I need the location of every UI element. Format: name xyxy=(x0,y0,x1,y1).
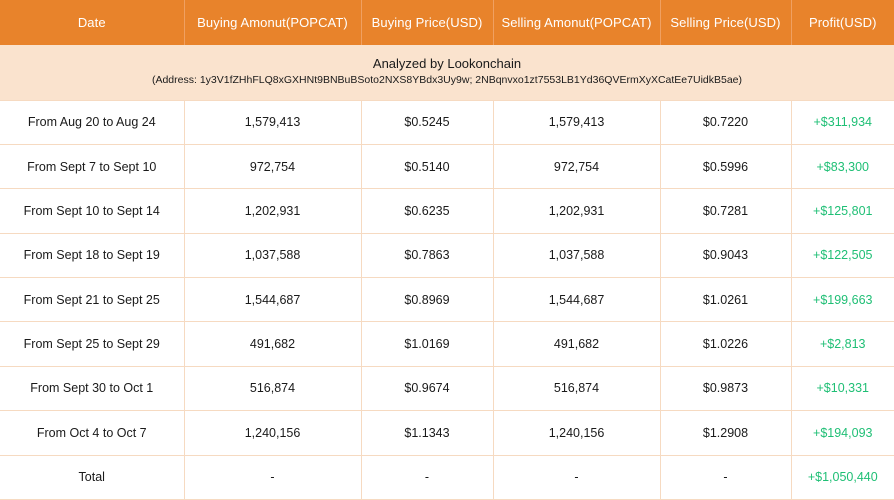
cell-date: From Sept 18 to Sept 19 xyxy=(0,232,185,278)
cell-buying-amount: 1,240,156 xyxy=(184,410,362,456)
table-row: From Oct 4 to Oct 7 1,240,156 $1.1343 1,… xyxy=(0,410,894,456)
cell-buying-price: $0.7863 xyxy=(361,232,494,278)
popcat-profit-table: Date Buying Amonut(POPCAT) Buying Price(… xyxy=(0,0,894,500)
cell-selling-price: $1.0226 xyxy=(660,321,792,367)
cell-selling-amount: 972,754 xyxy=(493,143,661,189)
cell-profit: +$2,813 xyxy=(791,321,894,367)
cell-selling-price: $0.7220 xyxy=(660,99,792,145)
subtitle-row: Analyzed by Lookonchain (Address: 1y3V1f… xyxy=(0,45,894,101)
cell-selling-price: $0.7281 xyxy=(660,188,792,234)
cell-buying-price: $0.5245 xyxy=(361,99,494,145)
column-header-buying-price: Buying Price(USD) xyxy=(361,0,494,45)
analyzed-by-label: Analyzed by Lookonchain xyxy=(372,55,522,71)
cell-profit: +$194,093 xyxy=(791,410,894,456)
cell-date: From Sept 21 to Sept 25 xyxy=(0,277,185,322)
column-header-profit: Profit(USD) xyxy=(791,0,894,45)
cell-buying-amount: 1,544,687 xyxy=(184,277,362,322)
cell-profit: +$83,300 xyxy=(791,143,894,189)
cell-total-selling-price: - xyxy=(660,454,792,500)
cell-buying-amount: 1,579,413 xyxy=(184,99,362,145)
table-header: Date Buying Amonut(POPCAT) Buying Price(… xyxy=(0,0,894,45)
table-row: From Sept 18 to Sept 19 1,037,588 $0.786… xyxy=(0,232,894,278)
cell-buying-amount: 972,754 xyxy=(184,143,362,189)
cell-buying-price: $0.6235 xyxy=(361,188,494,234)
table-row: From Aug 20 to Aug 24 1,579,413 $0.5245 … xyxy=(0,99,894,145)
cell-selling-amount: 1,579,413 xyxy=(493,99,661,145)
table-total-row: Total - - - - +$1,050,440 xyxy=(0,454,894,500)
cell-total-selling-amount: - xyxy=(493,454,661,500)
cell-date: From Sept 25 to Sept 29 xyxy=(0,321,185,367)
cell-selling-amount: 1,240,156 xyxy=(493,410,661,456)
cell-selling-amount: 491,682 xyxy=(493,321,661,367)
cell-buying-amount: 1,202,931 xyxy=(184,188,362,234)
cell-profit: +$311,934 xyxy=(791,99,894,145)
cell-buying-amount: 1,037,588 xyxy=(184,232,362,278)
cell-date: From Sept 7 to Sept 10 xyxy=(0,143,185,189)
cell-selling-amount: 1,544,687 xyxy=(493,277,661,322)
column-header-date: Date xyxy=(0,0,185,45)
cell-selling-amount: 516,874 xyxy=(493,365,661,411)
cell-buying-price: $0.5140 xyxy=(361,143,494,189)
wallet-address-label: (Address: 1y3V1fZHhFLQ8xGXHNt9BNBuBSoto2… xyxy=(151,73,743,86)
cell-buying-price: $1.0169 xyxy=(361,321,494,367)
cell-total-profit: +$1,050,440 xyxy=(791,454,894,500)
cell-selling-price: $0.5996 xyxy=(660,143,792,189)
cell-total-buying-amount: - xyxy=(184,454,362,500)
cell-buying-price: $1.1343 xyxy=(361,410,494,456)
table-row: From Sept 25 to Sept 29 491,682 $1.0169 … xyxy=(0,321,894,367)
cell-date: From Aug 20 to Aug 24 xyxy=(0,99,185,145)
column-header-selling-price: Selling Price(USD) xyxy=(660,0,792,45)
cell-profit: +$125,801 xyxy=(791,188,894,234)
cell-selling-price: $1.2908 xyxy=(660,410,792,456)
column-header-selling-amount: Selling Amonut(POPCAT) xyxy=(493,0,661,45)
cell-date: From Sept 30 to Oct 1 xyxy=(0,365,185,411)
table-row: From Sept 21 to Sept 25 1,544,687 $0.896… xyxy=(0,277,894,322)
cell-buying-amount: 491,682 xyxy=(184,321,362,367)
cell-buying-price: $0.9674 xyxy=(361,365,494,411)
cell-date: From Sept 10 to Sept 14 xyxy=(0,188,185,234)
cell-selling-amount: 1,037,588 xyxy=(493,232,661,278)
cell-profit: +$199,663 xyxy=(791,277,894,322)
cell-selling-price: $1.0261 xyxy=(660,277,792,322)
cell-buying-amount: 516,874 xyxy=(184,365,362,411)
table-body: Analyzed by Lookonchain (Address: 1y3V1f… xyxy=(0,45,894,500)
cell-buying-price: $0.8969 xyxy=(361,277,494,322)
table-row: From Sept 7 to Sept 10 972,754 $0.5140 9… xyxy=(0,143,894,189)
cell-profit: +$122,505 xyxy=(791,232,894,278)
analysis-credit-band: Analyzed by Lookonchain (Address: 1y3V1f… xyxy=(0,45,894,101)
cell-profit: +$10,331 xyxy=(791,365,894,411)
column-header-buying-amount: Buying Amonut(POPCAT) xyxy=(184,0,362,45)
cell-date: From Oct 4 to Oct 7 xyxy=(0,410,185,456)
table-row: From Sept 30 to Oct 1 516,874 $0.9674 51… xyxy=(0,365,894,411)
cell-total-buying-price: - xyxy=(361,454,494,500)
cell-selling-amount: 1,202,931 xyxy=(493,188,661,234)
cell-selling-price: $0.9873 xyxy=(660,365,792,411)
header-row: Date Buying Amonut(POPCAT) Buying Price(… xyxy=(0,0,894,45)
table-row: From Sept 10 to Sept 14 1,202,931 $0.623… xyxy=(0,188,894,234)
cell-selling-price: $0.9043 xyxy=(660,232,792,278)
cell-total-label: Total xyxy=(0,454,185,500)
